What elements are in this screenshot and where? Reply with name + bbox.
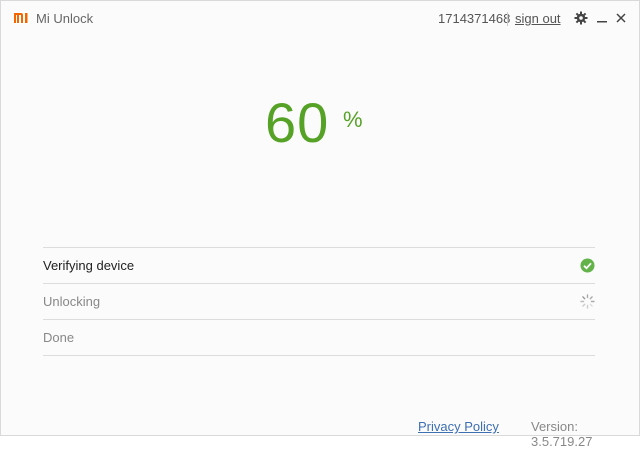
step-label: Verifying device xyxy=(43,258,135,273)
step-unlocking: Unlocking xyxy=(43,284,595,320)
close-icon[interactable] xyxy=(613,10,629,26)
privacy-policy-link[interactable]: Privacy Policy xyxy=(418,419,499,434)
step-list: Verifying device Unlocking Done xyxy=(43,247,595,356)
account-id: 1714371468 xyxy=(438,11,511,26)
step-label: Done xyxy=(43,330,75,345)
version-text: Version: 3.5.719.27 xyxy=(531,419,593,449)
step-verifying-device: Verifying device xyxy=(43,248,595,284)
sign-out-link[interactable]: sign out xyxy=(515,11,561,26)
step-done: Done xyxy=(43,320,595,356)
step-label: Unlocking xyxy=(43,294,101,309)
mi-logo-icon xyxy=(13,11,30,24)
check-circle-icon xyxy=(580,258,595,273)
header-divider xyxy=(507,12,508,26)
progress-unit: % xyxy=(343,107,363,132)
app-title: Mi Unlock xyxy=(36,11,94,26)
app-window: Mi Unlock 1714371468 sign out 60 % Verif… xyxy=(0,0,640,449)
minimize-icon[interactable] xyxy=(594,10,610,26)
gear-icon[interactable] xyxy=(573,10,589,26)
spinner-icon xyxy=(580,294,595,309)
progress-percentage: 60 xyxy=(265,91,330,154)
title-bar: Mi Unlock 1714371468 sign out xyxy=(1,1,639,37)
